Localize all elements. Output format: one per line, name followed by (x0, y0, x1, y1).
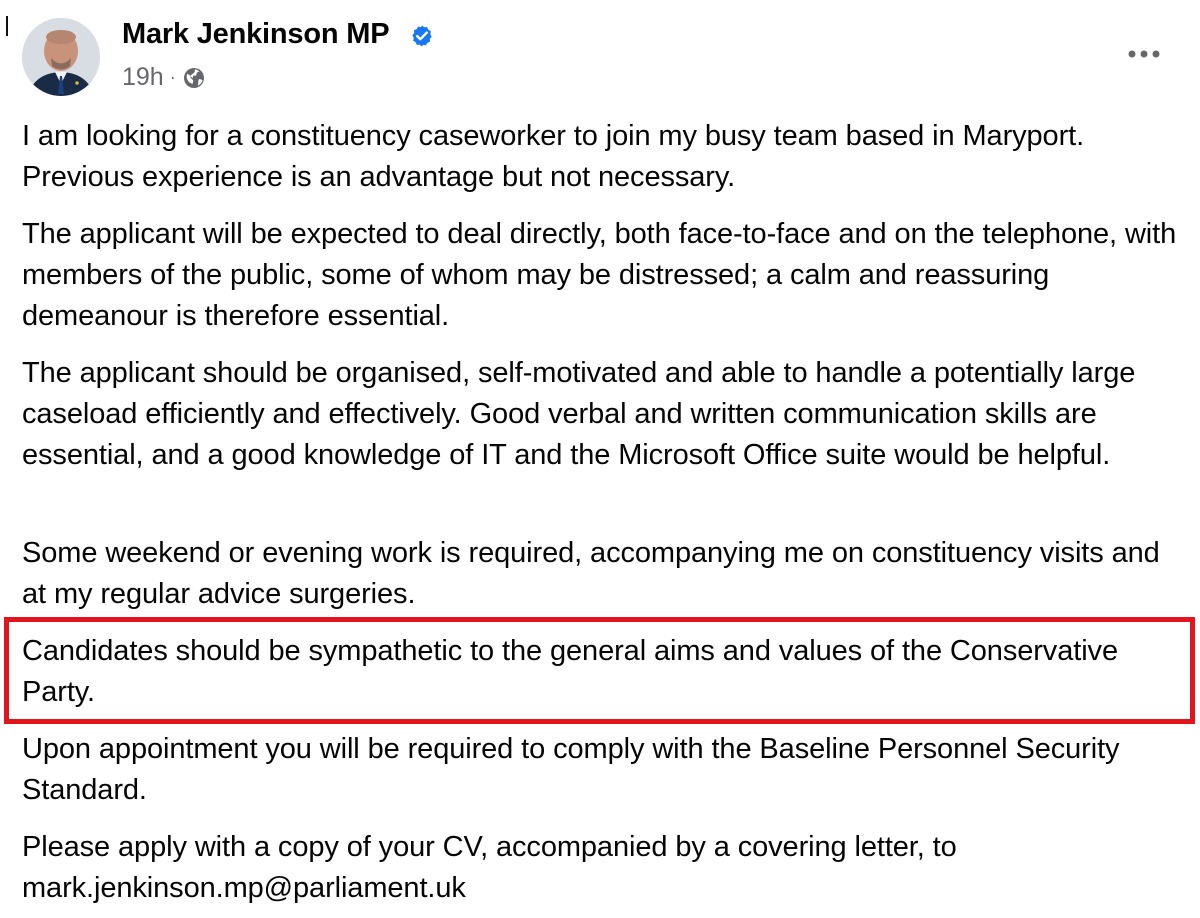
post-header: Mark Jenkinson MP 19h · (0, 0, 1200, 110)
post-paragraph: I am looking for a constituency casework… (22, 120, 1085, 193)
post-paragraph: Some weekend or evening work is required… (22, 537, 1160, 610)
post-paragraph: Please apply with a copy of your CV, acc… (22, 831, 957, 904)
post-timestamp[interactable]: 19h (122, 63, 164, 92)
author-avatar[interactable] (22, 18, 100, 96)
post-paragraph: The applicant will be expected to deal d… (22, 218, 1177, 332)
post-paragraph: Upon appointment you will be required to… (22, 733, 1120, 806)
author-name[interactable]: Mark Jenkinson MP (122, 18, 390, 51)
post-meta: 19h · (122, 63, 206, 92)
avatar-image (22, 18, 100, 96)
verified-badge-icon (412, 25, 432, 47)
meta-separator: · (169, 67, 176, 87)
more-options-icon[interactable] (1122, 36, 1166, 72)
globe-icon[interactable] (182, 66, 206, 90)
facebook-post: Mark Jenkinson MP 19h · I am looking for… (0, 0, 1200, 918)
post-paragraph: The applicant should be organised, self-… (22, 357, 1136, 471)
red-highlight-box (4, 617, 1195, 724)
